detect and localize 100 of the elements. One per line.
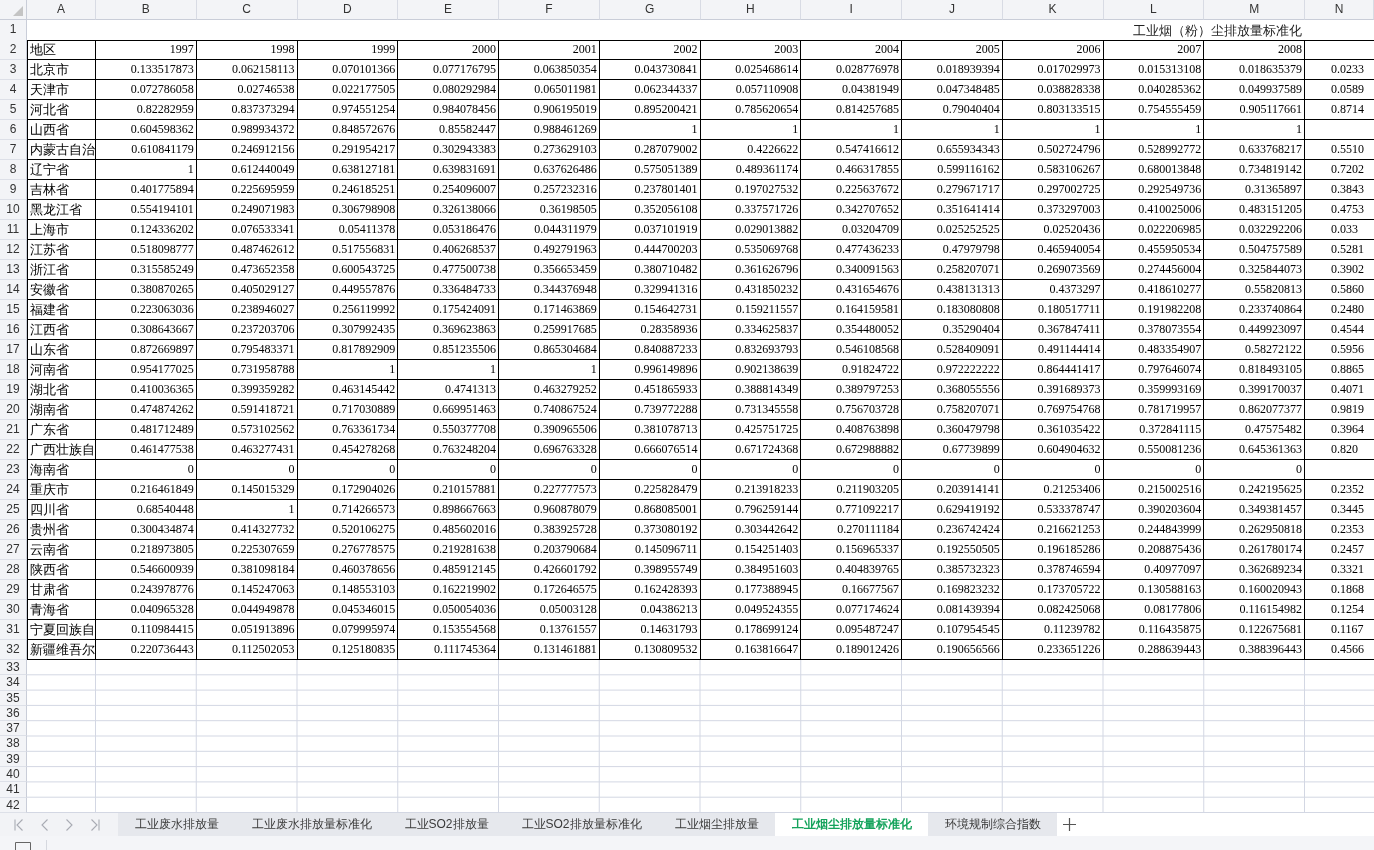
table-cell: 0.070101366 [297,60,399,80]
column-header[interactable]: E [398,0,499,20]
row-header[interactable]: 3 [0,60,27,80]
row-header[interactable]: 10 [0,200,27,220]
table-cell: 0.13761557 [499,620,600,640]
table-cell: 0.380710482 [599,260,701,280]
row-header[interactable]: 14 [0,280,27,300]
row-header[interactable]: 25 [0,500,27,520]
table-cell: 0.444700203 [599,240,701,260]
column-header[interactable]: F [499,0,600,20]
row-header[interactable]: 33 [0,660,27,676]
column-header[interactable]: G [599,0,701,20]
table-header-cell: 1998 [196,40,298,60]
row-header[interactable]: 4 [0,80,27,100]
sheet-tab[interactable]: 工业烟尘排放量 [658,813,776,836]
table-cell: 0.517556831 [297,240,399,260]
row-header[interactable]: 23 [0,460,27,480]
row-header[interactable]: 40 [0,767,27,783]
table-cell: 0.4741313 [398,380,499,400]
row-header[interactable]: 27 [0,540,27,560]
column-header[interactable]: K [1002,0,1104,20]
row-header[interactable]: 2 [0,40,27,60]
row-header[interactable]: 1 [0,20,27,41]
row-header[interactable]: 8 [0,160,27,180]
row-header[interactable]: 41 [0,782,27,798]
sheet-tab[interactable]: 环境规制综合指数 [928,813,1058,836]
row-header[interactable]: 29 [0,580,27,600]
row-header[interactable]: 9 [0,180,27,200]
table-cell: 0.35290404 [902,320,1003,340]
table-cell: 0.974551254 [297,100,399,120]
table-cell: 0.669951463 [398,400,499,420]
row-header[interactable]: 18 [0,360,27,380]
skip-to-end-icon[interactable] [91,818,100,831]
table-cell: 0.378073554 [1103,320,1205,340]
square-outline-icon[interactable] [15,842,31,850]
skip-to-start-icon[interactable] [14,818,23,831]
table-cell: 江苏省 [27,240,96,260]
column-header[interactable]: A [27,0,96,20]
row-header[interactable]: 22 [0,440,27,460]
row-header[interactable]: 26 [0,520,27,540]
row-header[interactable]: 30 [0,600,27,620]
table-cell: 0.257232316 [499,180,600,200]
table-cell: 1 [499,360,600,380]
table-cell: 0.5281 [1305,240,1374,260]
table-cell: 0.717030889 [297,400,399,420]
row-header[interactable]: 7 [0,140,27,160]
row-header[interactable]: 21 [0,420,27,440]
row-header[interactable]: 15 [0,300,27,320]
table-cell: 0.164159581 [801,300,902,320]
column-header[interactable]: H [700,0,802,20]
row-header[interactable]: 34 [0,675,27,691]
table-cell: 0.243978776 [96,580,197,600]
table-cell: 0.315585249 [96,260,197,280]
column-header[interactable]: L [1103,0,1205,20]
table-cell: 0.040965328 [96,600,197,620]
table-cell: 0.131461881 [499,640,600,660]
row-header[interactable]: 28 [0,560,27,580]
table-cell: 0.210157881 [398,480,499,500]
row-header[interactable]: 16 [0,320,27,340]
column-header[interactable]: B [96,0,197,20]
sheet-tab[interactable]: 工业SO2排放量标准化 [505,813,659,836]
sheet-tab[interactable]: 工业SO2排放量 [388,813,505,836]
column-header[interactable]: J [902,0,1003,20]
chevron-left-icon[interactable] [41,818,48,831]
chevron-right-icon[interactable] [66,818,73,831]
column-header[interactable]: M [1204,0,1305,20]
row-header[interactable]: 37 [0,721,27,737]
row-header[interactable]: 31 [0,620,27,640]
row-header[interactable]: 24 [0,480,27,500]
table-cell: 0.466317855 [801,160,902,180]
table-cell: 0.740867524 [499,400,600,420]
table-cell: 0.218973805 [96,540,197,560]
row-header[interactable]: 19 [0,380,27,400]
column-header[interactable]: C [196,0,298,20]
plus-icon[interactable] [1063,818,1077,831]
table-cell: 0.388814349 [700,380,802,400]
column-header[interactable]: I [801,0,902,20]
row-header[interactable]: 12 [0,240,27,260]
row-header[interactable]: 38 [0,736,27,752]
table-cell: 0.381098184 [196,560,298,580]
row-header[interactable]: 32 [0,640,27,660]
sheet-tab[interactable]: 工业废水排放量标准化 [235,813,388,836]
table-cell: 0.349381457 [1204,500,1305,520]
table-cell: 0.781719957 [1103,400,1205,420]
table-header-cell: 2007 [1103,40,1205,60]
sheet-tab[interactable]: 工业废水排放量 [118,813,235,836]
row-header[interactable]: 17 [0,340,27,360]
table-cell: 0.575051389 [599,160,701,180]
table-cell: 0.213918233 [700,480,802,500]
row-header[interactable]: 11 [0,220,27,240]
table-cell: 0.03204709 [801,220,902,240]
row-header[interactable]: 6 [0,120,27,140]
row-header[interactable]: 20 [0,400,27,420]
column-header[interactable]: D [297,0,399,20]
row-header[interactable]: 5 [0,100,27,120]
table-cell: 江西省 [27,320,96,340]
row-header[interactable]: 13 [0,260,27,280]
column-header[interactable]: N [1305,0,1374,20]
table-cell: 0.361035422 [1002,420,1104,440]
select-all-triangle-icon[interactable] [13,6,23,16]
